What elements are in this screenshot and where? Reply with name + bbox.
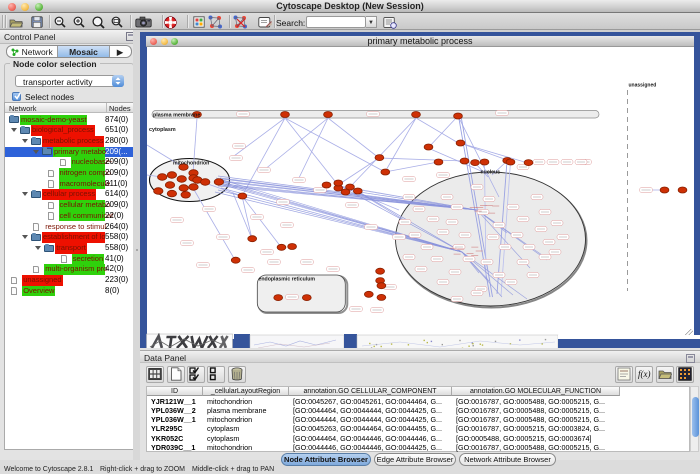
svg-text:mitochondrion: mitochondrion bbox=[173, 161, 209, 167]
svg-text:cytoplasm: cytoplasm bbox=[149, 127, 176, 133]
svg-text:f(x): f(x) bbox=[638, 369, 651, 379]
svg-text:unassigned: unassigned bbox=[628, 83, 656, 89]
svg-text:plasma membrane: plasma membrane bbox=[153, 112, 200, 118]
svg-text:endoplasmic reticulum: endoplasmic reticulum bbox=[258, 277, 315, 283]
svg-text:nucleus: nucleus bbox=[480, 170, 500, 176]
